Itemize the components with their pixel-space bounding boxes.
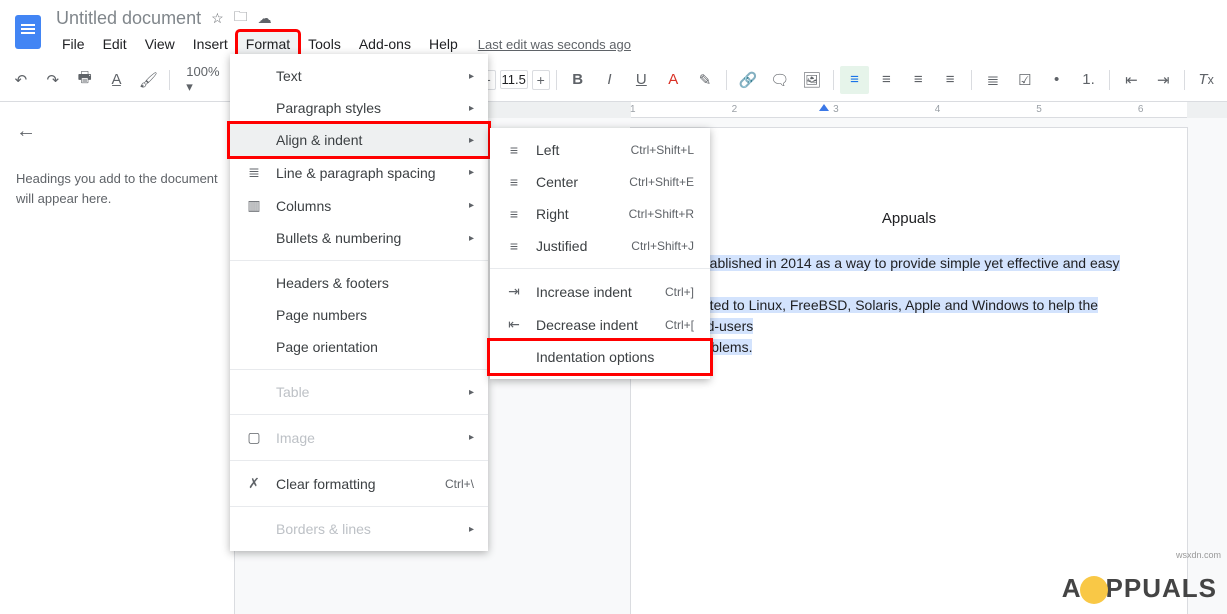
- dd-page-orientation[interactable]: Page orientation: [230, 331, 488, 363]
- redo-button[interactable]: ↷: [38, 66, 68, 94]
- outline-placeholder: Headings you add to the document will ap…: [16, 169, 218, 208]
- print-button[interactable]: 🖶: [70, 66, 100, 94]
- align-indent-submenu: ≡LeftCtrl+Shift+L ≡CenterCtrl+Shift+E ≡R…: [490, 128, 710, 379]
- indent-decrease-button[interactable]: ⇤: [1116, 66, 1146, 94]
- dd-clear-formatting[interactable]: ✗Clear formattingCtrl+\: [230, 467, 488, 500]
- sub-increase-indent[interactable]: ⇥Increase indentCtrl+]: [490, 275, 710, 308]
- toolbar: ↶ ↷ 🖶 A̲ 🖌 100% ▾ Normal text ▾ Arial ▾ …: [0, 58, 1227, 102]
- attribution: wsxdn.com: [1176, 550, 1221, 560]
- outline-pane: ← Headings you add to the document will …: [0, 102, 235, 614]
- doc-text-line1[interactable]: established in 2014 as a way to provide …: [691, 255, 1120, 292]
- align-right-icon: ≡: [504, 206, 524, 222]
- menu-view[interactable]: View: [137, 32, 183, 56]
- menu-format[interactable]: Format: [238, 32, 298, 56]
- dd-bullets[interactable]: Bullets & numbering▸: [230, 222, 488, 254]
- align-justify-icon: ≡: [504, 238, 524, 254]
- comment-button[interactable]: 🗨: [765, 66, 795, 94]
- watermark: APPUALS: [1052, 569, 1227, 608]
- doc-text-line2[interactable]: elated to Linux, FreeBSD, Solaris, Apple…: [691, 297, 1098, 334]
- align-center-icon: ≡: [504, 174, 524, 190]
- font-size-input[interactable]: 11.5: [500, 70, 528, 89]
- menu-file[interactable]: File: [54, 32, 93, 56]
- checklist-button[interactable]: ☑: [1010, 66, 1040, 94]
- indent-increase-button[interactable]: ⇥: [1148, 66, 1178, 94]
- bulleted-list-button[interactable]: •: [1042, 66, 1072, 94]
- menu-tools[interactable]: Tools: [300, 32, 349, 56]
- dd-columns[interactable]: ▥Columns▸: [230, 189, 488, 222]
- align-justify-button[interactable]: ≡: [935, 66, 965, 94]
- dd-image: ▢Image▸: [230, 421, 488, 454]
- star-icon[interactable]: ☆: [211, 10, 224, 27]
- line-spacing-button[interactable]: ≣: [978, 66, 1008, 94]
- sub-center[interactable]: ≡CenterCtrl+Shift+E: [490, 166, 710, 198]
- menu-help[interactable]: Help: [421, 32, 466, 56]
- sub-left[interactable]: ≡LeftCtrl+Shift+L: [490, 134, 710, 166]
- undo-button[interactable]: ↶: [6, 66, 36, 94]
- menu-insert[interactable]: Insert: [185, 32, 236, 56]
- image-button[interactable]: 🖼: [797, 66, 827, 94]
- sub-indentation-options[interactable]: Indentation options: [490, 341, 710, 373]
- dd-paragraph-styles[interactable]: Paragraph styles▸: [230, 92, 488, 124]
- dd-headers-footers[interactable]: Headers & footers: [230, 267, 488, 299]
- dd-borders-lines: Borders & lines▸: [230, 513, 488, 545]
- align-left-button[interactable]: ≡: [840, 66, 870, 94]
- sub-decrease-indent[interactable]: ⇤Decrease indentCtrl+[: [490, 308, 710, 341]
- paint-format-button[interactable]: 🖌: [133, 66, 163, 94]
- align-left-icon: ≡: [504, 142, 524, 158]
- doc-heading[interactable]: Appuals: [691, 208, 1127, 231]
- spellcheck-button[interactable]: A̲: [102, 66, 132, 94]
- doc-title[interactable]: Untitled document: [56, 8, 201, 29]
- mascot-icon: [1080, 576, 1108, 604]
- dd-table: Table▸: [230, 376, 488, 408]
- move-icon[interactable]: 🗀: [234, 6, 248, 30]
- numbered-list-button[interactable]: 1.: [1074, 66, 1104, 94]
- highlight-button[interactable]: ✎: [690, 66, 720, 94]
- docs-logo[interactable]: [8, 6, 48, 58]
- indent-increase-icon: ⇥: [504, 283, 524, 300]
- italic-button[interactable]: I: [595, 66, 625, 94]
- menu-addons[interactable]: Add-ons: [351, 32, 419, 56]
- align-center-button[interactable]: ≡: [871, 66, 901, 94]
- text-color-button[interactable]: A: [658, 66, 688, 94]
- underline-button[interactable]: U: [626, 66, 656, 94]
- menu-edit[interactable]: Edit: [95, 32, 135, 56]
- last-edit[interactable]: Last edit was seconds ago: [478, 37, 631, 52]
- align-right-button[interactable]: ≡: [903, 66, 933, 94]
- indent-decrease-icon: ⇤: [504, 316, 524, 333]
- link-button[interactable]: 🔗: [733, 66, 763, 94]
- dd-line-spacing[interactable]: ≣Line & paragraph spacing▸: [230, 156, 488, 189]
- menu-bar: File Edit View Insert Format Tools Add-o…: [48, 30, 1219, 58]
- sub-right[interactable]: ≡RightCtrl+Shift+R: [490, 198, 710, 230]
- font-size-increase[interactable]: +: [532, 70, 550, 90]
- indent-marker-icon[interactable]: [819, 104, 829, 111]
- sub-justified[interactable]: ≡JustifiedCtrl+Shift+J: [490, 230, 710, 262]
- dd-align-indent[interactable]: Align & indent▸: [230, 124, 488, 156]
- format-dropdown: Text▸ Paragraph styles▸ Align & indent▸ …: [230, 54, 488, 551]
- dd-page-numbers[interactable]: Page numbers: [230, 299, 488, 331]
- clear-format-button[interactable]: Tx: [1191, 66, 1221, 94]
- bold-button[interactable]: B: [563, 66, 593, 94]
- back-arrow-icon[interactable]: ←: [16, 120, 218, 143]
- cloud-icon[interactable]: ☁: [258, 10, 272, 27]
- document-page[interactable]: Appuals established in 2014 as a way to …: [630, 127, 1188, 614]
- dd-text[interactable]: Text▸: [230, 60, 488, 92]
